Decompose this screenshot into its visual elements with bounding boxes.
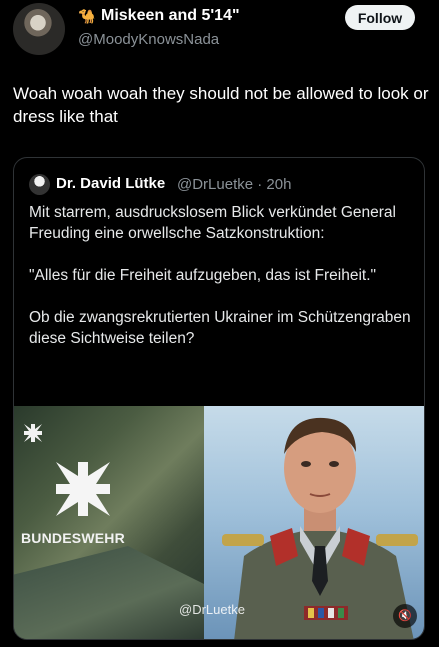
follow-button[interactable]: Follow — [345, 5, 415, 30]
tweet-header: 🐪 Miskeen and 5'14" @MoodyKnowsNada Foll… — [0, 0, 439, 60]
speaker-muted-icon[interactable]: 🔇 — [393, 604, 417, 628]
quoted-tweet-card[interactable]: Dr. David Lütke @DrLuetke · 20h Mit star… — [13, 157, 425, 640]
video-watermark: @DrLuetke — [179, 602, 245, 617]
general-figure — [222, 417, 418, 639]
quoted-paragraph: Mit starrem, ausdruckslosem Blick verkün… — [29, 204, 396, 242]
bundeswehr-logo-text: BUNDESWEHR — [21, 530, 125, 546]
author-avatar[interactable] — [13, 3, 65, 55]
iron-cross-small-icon — [24, 424, 42, 442]
author-display-name[interactable]: Miskeen and 5'14" — [101, 7, 240, 25]
quoted-author-avatar[interactable] — [29, 174, 50, 195]
quoted-paragraph: Ob die zwangsrekrutierten Ukrainer im Sc… — [29, 309, 411, 347]
quoted-paragraph: "Alles für die Freiheit aufzugeben, das … — [29, 267, 377, 284]
quoted-author-name[interactable]: Dr. David Lütke — [56, 175, 165, 192]
iron-cross-icon — [56, 462, 110, 516]
tweet-text: Woah woah woah they should not be allowe… — [13, 84, 429, 126]
camel-emoji: 🐪 — [78, 8, 96, 24]
quoted-tweet-text: Mit starrem, ausdruckslosem Blick verkün… — [29, 202, 414, 370]
author-handle[interactable]: @MoodyKnowsNada — [78, 31, 219, 48]
quoted-author-meta: @DrLuetke · 20h — [177, 176, 292, 193]
video-player[interactable]: BUNDESWEHR @DrLuetke 🔇 — [14, 406, 424, 639]
